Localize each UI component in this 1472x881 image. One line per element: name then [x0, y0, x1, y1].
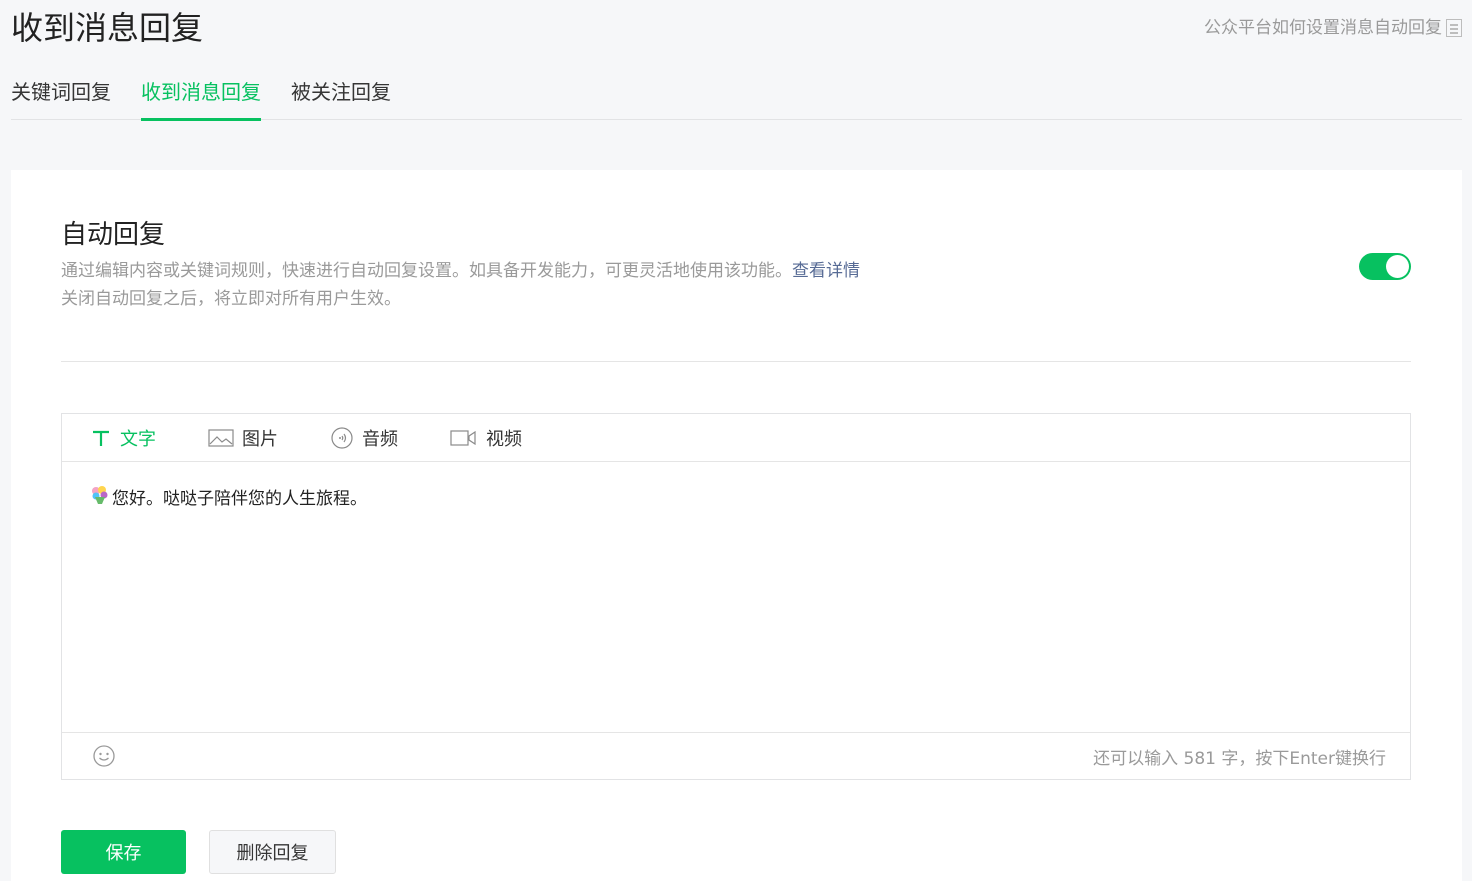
- save-button[interactable]: 保存: [61, 830, 186, 874]
- divider: [61, 361, 1411, 362]
- char-counter: 还可以输入 581 字，按下Enter键换行: [1093, 748, 1386, 769]
- text-icon: [93, 430, 109, 446]
- editor-footer: 还可以输入 581 字，按下Enter键换行: [62, 732, 1410, 779]
- reply-editor: 文字 图片 音频 视频 您好。哒哒子陪伴您的人生旅程。 还可以输入 581 字，…: [61, 413, 1411, 780]
- description-line-1: 通过编辑内容或关键词规则，快速进行自动回复设置。如具备开发能力，可更灵活地使用该…: [61, 261, 792, 281]
- editor-tab-video-label: 视频: [486, 428, 522, 450]
- editor-tab-video[interactable]: 视频: [450, 425, 522, 451]
- help-link-label: 公众平台如何设置消息自动回复: [1204, 18, 1442, 38]
- section-title: 自动回复: [61, 220, 166, 250]
- editor-tab-audio-label: 音频: [362, 428, 398, 450]
- page-header: 收到消息回复 公众平台如何设置消息自动回复 关键词回复 收到消息回复 被关注回复: [11, 0, 1462, 121]
- bouquet-emoji-icon: [92, 486, 108, 504]
- audio-icon: [331, 426, 353, 449]
- tab-keyword-reply[interactable]: 关键词回复: [11, 78, 111, 120]
- emoji-picker-icon[interactable]: [92, 744, 116, 768]
- editor-tab-image-label: 图片: [242, 428, 278, 450]
- editor-tab-text[interactable]: 文字: [90, 425, 156, 451]
- reply-text-area[interactable]: 您好。哒哒子陪伴您的人生旅程。: [62, 462, 1410, 732]
- delete-reply-button[interactable]: 删除回复: [209, 830, 336, 874]
- image-icon: [208, 428, 234, 447]
- section-description: 通过编辑内容或关键词规则，快速进行自动回复设置。如具备开发能力，可更灵活地使用该…: [61, 257, 860, 313]
- description-line-2: 关闭自动回复之后，将立即对所有用户生效。: [61, 289, 401, 309]
- editor-tab-image[interactable]: 图片: [208, 425, 278, 451]
- toggle-knob: [1386, 255, 1409, 278]
- auto-reply-card: 自动回复 通过编辑内容或关键词规则，快速进行自动回复设置。如具备开发能力，可更灵…: [11, 170, 1462, 881]
- reply-tabs: 关键词回复 收到消息回复 被关注回复: [11, 78, 1462, 121]
- video-icon: [450, 429, 476, 446]
- editor-tab-audio[interactable]: 音频: [330, 425, 398, 451]
- page-title: 收到消息回复: [11, 9, 204, 47]
- auto-reply-toggle[interactable]: [1359, 253, 1411, 280]
- reply-text: 您好。哒哒子陪伴您的人生旅程。: [112, 489, 367, 509]
- tab-follow-reply[interactable]: 被关注回复: [291, 78, 391, 120]
- editor-tab-text-label: 文字: [120, 428, 156, 450]
- details-link[interactable]: 查看详情: [792, 261, 860, 281]
- document-icon: [1446, 19, 1462, 37]
- help-link[interactable]: 公众平台如何设置消息自动回复: [1204, 16, 1462, 40]
- tab-message-reply[interactable]: 收到消息回复: [141, 78, 261, 121]
- editor-type-tabs: 文字 图片 音频 视频: [62, 414, 1410, 462]
